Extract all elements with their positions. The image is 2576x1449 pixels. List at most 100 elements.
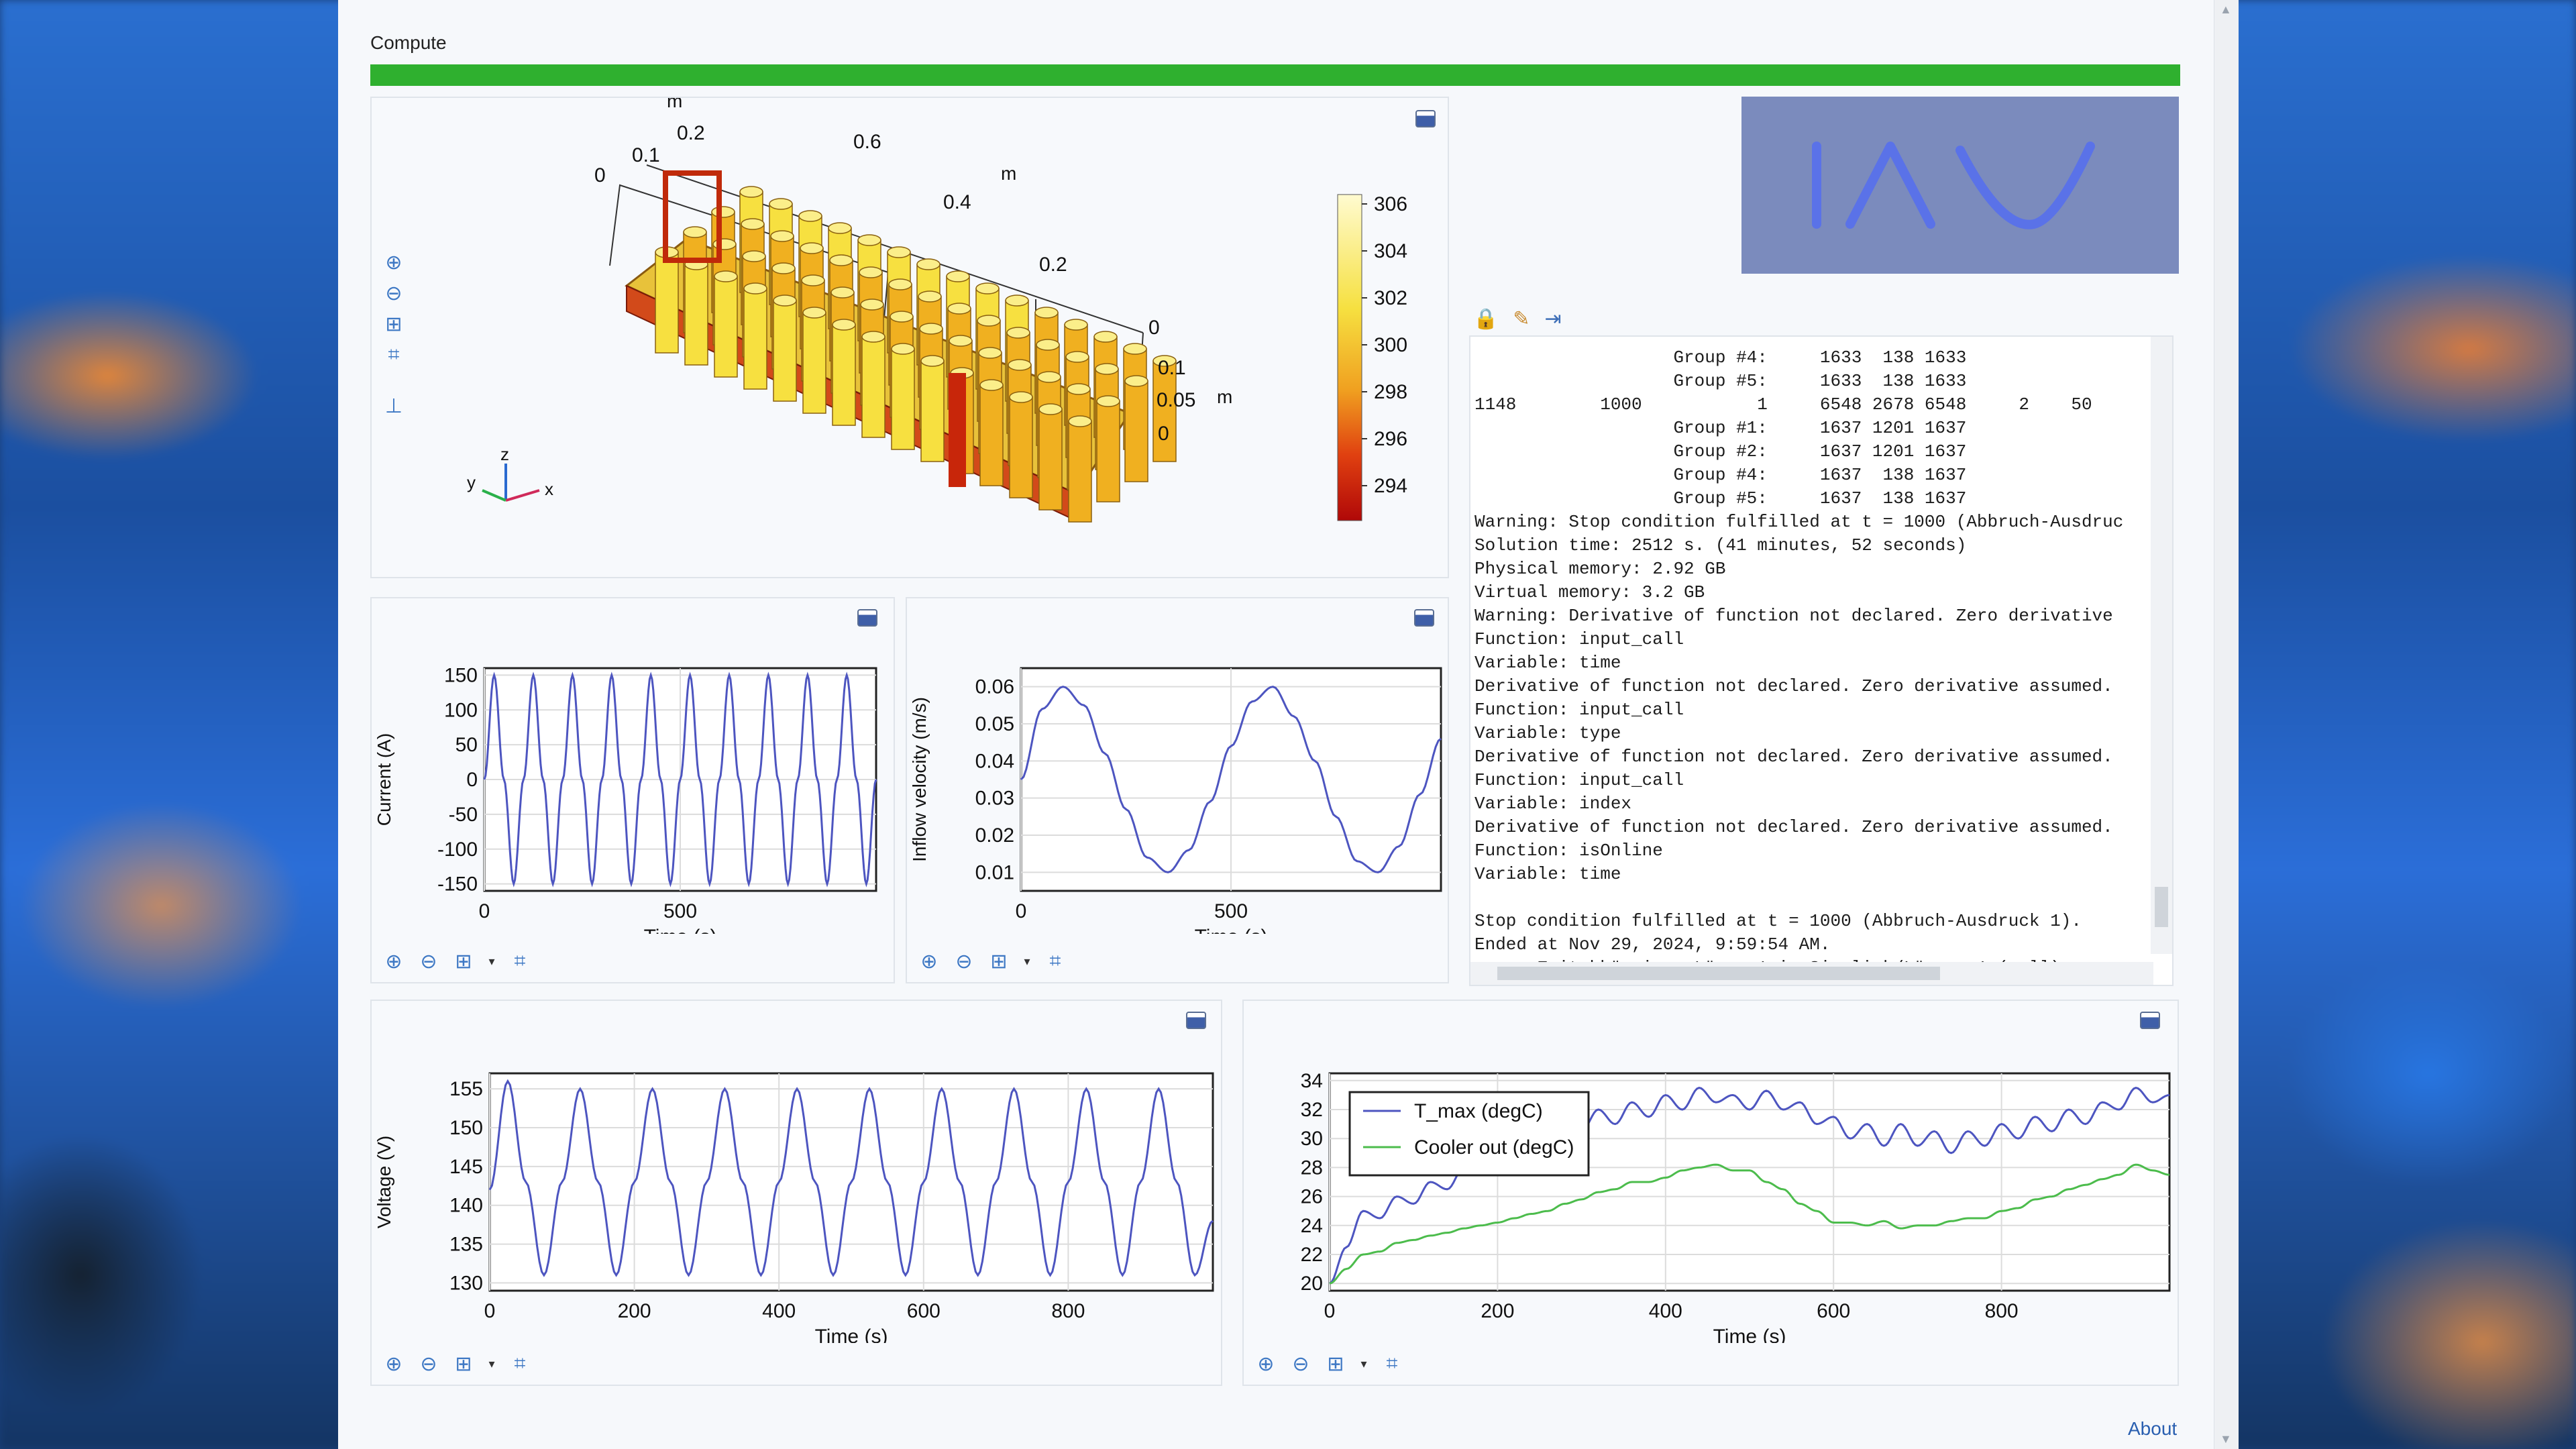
zoom-out-icon[interactable]: ⊖ (417, 950, 440, 973)
zoom-extents-icon[interactable]: ⌗ (508, 1352, 531, 1375)
cell-cylinder-top (683, 226, 707, 238)
log-line: 1148 1000 1 6548 2678 6548 2 50 (1474, 394, 2092, 415)
triad-x-label: x (545, 479, 553, 499)
y-tick-label: 0.03 (975, 788, 1014, 810)
cell-cylinder-top (1065, 351, 1089, 363)
current-plot-panel[interactable]: 150100500-50-100-1500500Time (s)Current … (370, 597, 895, 983)
log-hscroll-thumb[interactable] (1497, 967, 1940, 980)
model-3d-view[interactable]: m 0 0.1 0.2 m 0.6 0.4 0.2 0 m 0.1 0.05 0 z x y 306 304 302… (372, 98, 1448, 577)
zoom-in-icon[interactable]: ⊕ (382, 1352, 405, 1375)
log-line: Function: input_call (1474, 629, 1684, 649)
y-tick-label: 135 (449, 1234, 483, 1256)
plot-toolbar: ⊕ ⊖ ⊞ ▾ ⌗ (382, 1352, 531, 1375)
axis-tick-label: 0.1 (1158, 357, 1186, 379)
log-line: Group #5: 1637 138 1637 (1474, 488, 1967, 508)
zoom-in-icon[interactable]: ⊕ (1254, 1352, 1277, 1375)
zoom-in-icon[interactable]: ⊕ (382, 950, 405, 973)
triad-z-label: z (500, 444, 509, 464)
y-tick-label: 150 (449, 1117, 483, 1139)
log-panel[interactable]: Group #4: 1633 138 1633 Group #5: 1633 1… (1469, 335, 2174, 986)
temperature-plot[interactable]: 34 32 30 28 26 24 22 200 200 400 600 800 Time (s) T_m… (1244, 1001, 2178, 1343)
log-line: Ended at Nov 29, 2024, 9:59:54 AM. (1474, 934, 1831, 955)
y-tick-label: 0.04 (975, 750, 1014, 772)
cell-cylinder-top (920, 355, 945, 367)
cell-cylinder-top (859, 266, 883, 278)
axis-tick-label: 0.6 (853, 131, 881, 153)
model-3d-panel[interactable]: ⊕ ⊖ ⊞ ⌗ ⊥ m 0 0.1 0.2 m 0.6 0.4 0.2 0 m 0.1 0.05 0 z x… (370, 97, 1449, 578)
cell-cylinder-top (770, 230, 794, 242)
chevron-down-icon[interactable]: ▾ (1359, 1352, 1368, 1375)
voltage-plot-panel[interactable]: 155 150 145 140 135 130 0 200 400 600 800 Time (s) V… (370, 1000, 1222, 1386)
x-axis-label: Time (s) (1713, 1326, 1786, 1343)
current-plot[interactable]: 150100500-50-100-1500500Time (s)Current … (372, 598, 894, 934)
zoom-box-icon[interactable]: ⊞ (1324, 1352, 1347, 1375)
chevron-down-icon[interactable]: ▾ (1022, 950, 1032, 973)
cell-cylinder-top (1067, 383, 1091, 395)
log-horizontal-scrollbar[interactable] (1470, 962, 2153, 985)
cell-cylinder (684, 264, 708, 366)
colorbar-tick-label: 296 (1374, 428, 1407, 450)
cell-cylinder-top (798, 210, 822, 222)
log-line: Variable: time (1474, 653, 1621, 673)
cell-cylinder-top (1068, 415, 1092, 427)
zoom-box-icon[interactable]: ⊞ (452, 1352, 475, 1375)
cell-cylinder-top (1036, 339, 1060, 351)
chevron-down-icon[interactable]: ▾ (487, 950, 496, 973)
about-link[interactable]: About (2128, 1418, 2177, 1440)
y-tick-label: 150 (444, 664, 478, 686)
cell-cylinder-top (918, 290, 942, 303)
scroll-up-arrow-icon[interactable]: ▲ (2220, 3, 2232, 17)
log-line: Variable: time (1474, 864, 1621, 884)
y-tick-label: 140 (449, 1195, 483, 1217)
zoom-box-icon[interactable]: ⊞ (452, 950, 475, 973)
zoom-extents-icon[interactable]: ⌗ (1044, 950, 1067, 973)
zoom-in-icon[interactable]: ⊕ (918, 950, 941, 973)
log-line: Group #4: 1637 138 1637 (1474, 465, 1967, 485)
cell-cylinder-top (891, 343, 915, 355)
cell-cylinder-top (978, 347, 1002, 359)
temperature-plot-panel[interactable]: 34 32 30 28 26 24 22 20 0 200 400 600 800 Time (s) T_m… (1242, 1000, 2179, 1386)
busbar-plate (949, 373, 966, 487)
zoom-out-icon[interactable]: ⊖ (417, 1352, 440, 1375)
lock-icon[interactable]: 🔒 (1473, 307, 1498, 331)
export-icon[interactable]: ⇥ (1545, 307, 1562, 331)
log-scroll-thumb[interactable] (2155, 887, 2168, 927)
cell-cylinder-top (977, 315, 1001, 327)
chevron-down-icon[interactable]: ▾ (487, 1352, 496, 1375)
cell-cylinder (861, 336, 885, 438)
cell-cylinder-top (946, 270, 970, 282)
log-toolbar: 🔒 ✎ ⇥ (1473, 307, 1562, 331)
scroll-down-arrow-icon[interactable]: ▼ (2220, 1432, 2232, 1446)
x-tick-label: 400 (1649, 1300, 1682, 1322)
zoom-out-icon[interactable]: ⊖ (1289, 1352, 1312, 1375)
cell-cylinder (1096, 400, 1120, 502)
cell-cylinder-top (860, 299, 884, 311)
clear-icon[interactable]: ✎ (1513, 307, 1529, 331)
plot-toolbar: ⊕ ⊖ ⊞ ▾ ⌗ (1254, 1352, 1403, 1375)
y-tick-label: 130 (449, 1272, 483, 1294)
log-line: Function: input_call (1474, 770, 1684, 790)
y-tick-label: 30 (1301, 1128, 1323, 1150)
plot-toolbar: ⊕ ⊖ ⊞ ▾ ⌗ (918, 950, 1067, 973)
cell-cylinder-top (773, 294, 797, 307)
cell-cylinder (1068, 421, 1092, 523)
x-tick-label: 600 (1817, 1300, 1850, 1322)
cell-cylinder-top (828, 222, 852, 234)
zoom-out-icon[interactable]: ⊖ (953, 950, 975, 973)
inflow-plot-panel[interactable]: 0.06 0.05 0.04 0.03 0.02 0.010 500 Time (s) Infl… (906, 597, 1449, 983)
log-vertical-scrollbar[interactable] (2151, 337, 2172, 954)
zoom-extents-icon[interactable]: ⌗ (1381, 1352, 1403, 1375)
y-tick-label: 22 (1301, 1244, 1323, 1266)
zoom-extents-icon[interactable]: ⌗ (508, 950, 531, 973)
cell-cylinder-top (832, 319, 856, 331)
inflow-plot[interactable]: 0.06 0.05 0.04 0.03 0.02 0.010 500 Time (s) Infl… (907, 598, 1448, 934)
y-tick-label: -50 (449, 804, 478, 826)
y-tick-label: 50 (455, 734, 478, 756)
window-scrollbar[interactable]: ▲ ▼ (2214, 0, 2239, 1449)
axis-tick-label: 0 (1148, 317, 1160, 339)
zoom-box-icon[interactable]: ⊞ (987, 950, 1010, 973)
voltage-plot[interactable]: 155 150 145 140 135 1300 200 400 600 800 Time (s) V… (372, 1001, 1221, 1343)
y-tick-label: 145 (449, 1156, 483, 1178)
cell-cylinder-top (802, 307, 826, 319)
cell-cylinder-top (830, 286, 855, 299)
